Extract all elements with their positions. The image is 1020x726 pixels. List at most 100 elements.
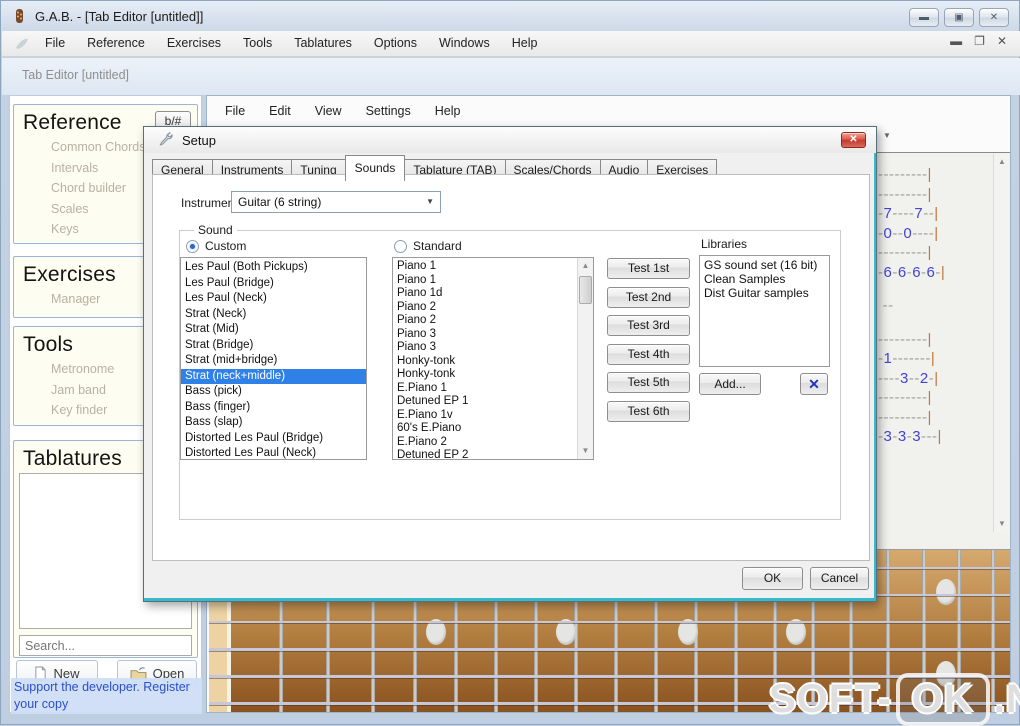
mdi-restore-icon[interactable]: ❐ bbox=[974, 34, 985, 48]
standard-sound-item[interactable]: E.Piano 1 bbox=[393, 382, 593, 396]
custom-sound-item[interactable]: Distorted Les Paul (Bridge) bbox=[181, 431, 366, 447]
scroll-up-icon[interactable]: ▲ bbox=[994, 154, 1010, 170]
test-string-button[interactable]: Test 2nd bbox=[607, 286, 690, 308]
wrench-icon bbox=[159, 131, 175, 148]
standard-sound-item[interactable]: Honky-tonk bbox=[393, 355, 593, 369]
title-bar[interactable]: G.A.B. - [Tab Editor [untitled]] ▬ ▣ ✕ bbox=[1, 1, 1019, 31]
libraries-label: Libraries bbox=[701, 237, 748, 251]
cancel-button[interactable]: Cancel bbox=[810, 567, 869, 590]
instrument-select[interactable]: Guitar (6 string) bbox=[231, 191, 441, 213]
watermark: SOFT- OK .NET bbox=[769, 673, 1020, 726]
custom-sound-item[interactable]: Les Paul (Neck) bbox=[181, 291, 366, 307]
setup-tab[interactable]: Sounds bbox=[344, 155, 406, 181]
editor-scrollbar[interactable]: ▲ ▼ bbox=[993, 154, 1009, 532]
toolbar-dropdown-icon[interactable]: ▼ bbox=[883, 131, 891, 140]
standard-sound-item[interactable]: Detuned EP 1 bbox=[393, 395, 593, 409]
register-link[interactable]: Support the developer. Register your cop… bbox=[11, 678, 202, 714]
editor-menu-item[interactable]: File bbox=[213, 100, 257, 122]
close-button[interactable]: ✕ bbox=[979, 8, 1009, 27]
library-item[interactable]: GS sound set (16 bit) bbox=[700, 258, 829, 272]
dialog-title: Setup bbox=[182, 132, 216, 148]
custom-sound-item[interactable]: Distorted Les Paul (Neck) bbox=[181, 446, 366, 459]
custom-radio-label: Custom bbox=[205, 239, 247, 253]
standard-sound-item[interactable]: Piano 1d bbox=[393, 287, 593, 301]
app-icon bbox=[11, 8, 27, 24]
blue-x-icon: ✕ bbox=[808, 376, 820, 392]
main-menu-item[interactable]: Tools bbox=[232, 31, 283, 56]
editor-menu-bar: File Edit View Settings Help bbox=[213, 100, 472, 122]
maximize-button[interactable]: ▣ bbox=[944, 8, 974, 27]
main-menu-item[interactable]: Reference bbox=[76, 31, 156, 56]
main-menu-item[interactable]: File bbox=[34, 31, 76, 56]
custom-sound-item[interactable]: Les Paul (Bridge) bbox=[181, 276, 366, 292]
custom-sound-item[interactable]: Strat (Mid) bbox=[181, 322, 366, 338]
test-string-button[interactable]: Test 6th bbox=[607, 400, 690, 422]
standard-sound-item[interactable]: Piano 1 bbox=[393, 260, 593, 274]
ok-button[interactable]: OK bbox=[742, 567, 803, 590]
standard-sound-item[interactable]: Piano 3 bbox=[393, 328, 593, 342]
custom-sound-item[interactable]: Strat (neck+middle) bbox=[181, 368, 366, 384]
main-menu-items: File Reference Exercises Tools Tablatures Opt… bbox=[34, 31, 548, 56]
custom-sounds-list[interactable]: Les Paul (Both Pickups) Les Paul (Bridge)… bbox=[180, 257, 367, 460]
custom-sound-item[interactable]: Bass (slap) bbox=[181, 415, 366, 431]
main-menu-bar: File Reference Exercises Tools Tablatures Opt… bbox=[2, 31, 1020, 57]
library-item[interactable]: Dist Guitar samples bbox=[700, 286, 829, 300]
scroll-thumb[interactable] bbox=[579, 276, 592, 304]
dialog-title-bar[interactable]: Setup ✕ bbox=[144, 127, 876, 153]
minimize-button[interactable]: ▬ bbox=[909, 8, 939, 27]
remove-library-button[interactable]: ✕ bbox=[800, 373, 828, 395]
libraries-list[interactable]: GS sound set (16 bit) Clean Samples Dist G… bbox=[699, 255, 830, 367]
standard-sound-item[interactable]: Piano 2 bbox=[393, 301, 593, 315]
editor-menu-item[interactable]: Help bbox=[423, 100, 473, 122]
watermark-part3: .NET bbox=[993, 677, 1020, 721]
custom-radio[interactable] bbox=[186, 239, 199, 253]
scroll-up-icon[interactable]: ▲ bbox=[578, 258, 593, 274]
test-string-button[interactable]: Test 3rd bbox=[607, 315, 690, 336]
add-library-button[interactable]: Add... bbox=[699, 373, 761, 395]
sound-groupbox: Sound Custom Standard Les Paul (Both Pic… bbox=[179, 223, 841, 520]
mdi-minimize-icon[interactable]: ▬ bbox=[950, 34, 962, 48]
standard-sound-item[interactable]: 60's E.Piano bbox=[393, 422, 593, 436]
editor-menu-item[interactable]: Settings bbox=[354, 100, 423, 122]
custom-sound-item[interactable]: Les Paul (Both Pickups) bbox=[181, 260, 366, 276]
standard-radio[interactable] bbox=[394, 239, 407, 253]
custom-sound-item[interactable]: Bass (finger) bbox=[181, 400, 366, 416]
list-scrollbar[interactable]: ▲ ▼ bbox=[577, 258, 593, 459]
app-window: G.A.B. - [Tab Editor [untitled]] ▬ ▣ ✕ F… bbox=[0, 0, 1020, 726]
sounds-tab-page: Instrument: Guitar (6 string) Sound Cust… bbox=[152, 174, 870, 561]
standard-sound-item[interactable]: Piano 2 bbox=[393, 314, 593, 328]
test-string-button[interactable]: Test 5th bbox=[607, 372, 690, 393]
editor-menu-item[interactable]: View bbox=[303, 100, 354, 122]
test-string-button[interactable]: Test 1st bbox=[607, 258, 690, 279]
main-menu-item[interactable]: Windows bbox=[428, 31, 501, 56]
custom-sound-item[interactable]: Strat (Neck) bbox=[181, 307, 366, 323]
standard-sound-item[interactable]: Piano 3 bbox=[393, 341, 593, 355]
search-input[interactable] bbox=[19, 635, 192, 656]
standard-radio-row: Standard bbox=[394, 239, 462, 253]
scroll-down-icon[interactable]: ▼ bbox=[994, 516, 1010, 532]
standard-sounds-list[interactable]: Piano 1 Piano 1 Piano 1d Piano 2 Piano 2 Pian… bbox=[392, 257, 594, 460]
inlay-dot bbox=[936, 579, 956, 605]
document-tab[interactable]: Tab Editor [untitled] bbox=[22, 68, 129, 82]
standard-sound-item[interactable]: E.Piano 1v bbox=[393, 409, 593, 423]
dialog-close-button[interactable]: ✕ bbox=[841, 132, 866, 148]
standard-sound-item[interactable]: Piano 1 bbox=[393, 274, 593, 288]
custom-sound-item[interactable]: Strat (mid+bridge) bbox=[181, 353, 366, 369]
standard-sound-item[interactable]: E.Piano 2 bbox=[393, 436, 593, 450]
library-item[interactable]: Clean Samples bbox=[700, 272, 829, 286]
main-menu-item[interactable]: Help bbox=[501, 31, 549, 56]
custom-sound-item[interactable]: Strat (Bridge) bbox=[181, 338, 366, 354]
main-menu-item[interactable]: Options bbox=[363, 31, 428, 56]
main-menu-item[interactable]: Tablatures bbox=[283, 31, 363, 56]
feather-icon bbox=[14, 36, 30, 52]
standard-sound-item[interactable]: Honky-tonk bbox=[393, 368, 593, 382]
watermark-part1: SOFT- bbox=[769, 677, 892, 721]
custom-sound-item[interactable]: Bass (pick) bbox=[181, 384, 366, 400]
main-menu-item[interactable]: Exercises bbox=[156, 31, 232, 56]
mdi-close-icon[interactable]: ✕ bbox=[997, 34, 1007, 48]
standard-sound-item[interactable]: Detuned EP 2 bbox=[393, 449, 593, 459]
editor-menu-item[interactable]: Edit bbox=[257, 100, 303, 122]
test-string-button[interactable]: Test 4th bbox=[607, 343, 690, 365]
tablature-lines: ---------| ---------| -7----7--| -0--0----|… bbox=[878, 166, 946, 445]
scroll-down-icon[interactable]: ▼ bbox=[578, 443, 593, 459]
